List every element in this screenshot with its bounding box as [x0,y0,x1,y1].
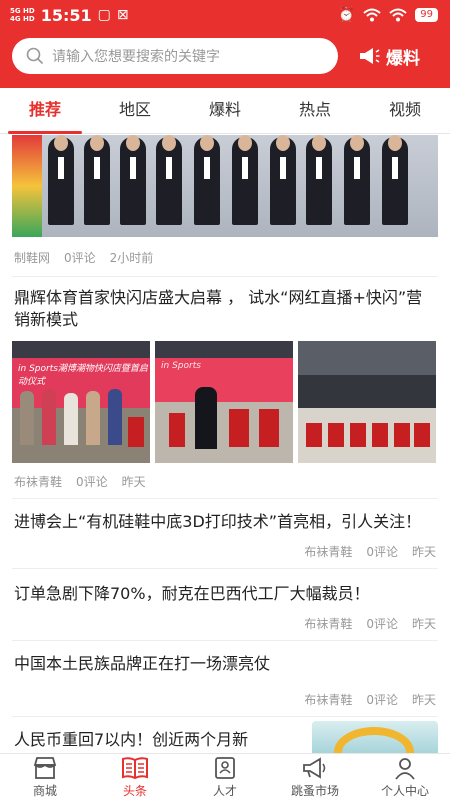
tab-baoliao[interactable]: 爆料 [180,88,270,133]
news-thumbnail: in Sports [155,341,293,463]
category-tabs: 推荐 地区 爆料 热点 视频 [0,88,450,134]
search-icon [26,47,44,65]
tab-hot[interactable]: 热点 [270,88,360,133]
news-title: 中国本土民族品牌正在打一场漂亮仗 [14,654,271,673]
news-meta: 布袜青鞋 0评论 昨天 [304,693,436,707]
news-meta: 布袜青鞋 0评论 昨天 [14,475,146,489]
app-notification-icon: ⊠ [116,7,129,23]
news-meta: 制鞋网 0评论 2小时前 [14,251,154,265]
baoliao-button[interactable]: 爆料 [358,44,420,69]
bottom-navigation: 商城 头条 人才 跳蚤市场 个人中心 [0,753,450,800]
wifi-icon [389,8,407,22]
alarm-icon: ⏰ [337,7,356,23]
nav-talent[interactable]: 人才 [180,754,270,800]
shop-icon [33,756,57,779]
megaphone-icon [360,48,380,64]
news-meta: 布袜青鞋 0评论 昨天 [304,617,436,631]
news-feed[interactable]: 制鞋网 0评论 2小时前 鼎辉体育首家快闪店盛大启幕 ， 试水“网红直播+快闪”… [0,135,450,753]
news-thumbnail [312,721,438,753]
news-title: 鼎辉体育首家快闪店盛大启幕 ， 试水“网红直播+快闪”营销新模式 [14,288,423,329]
news-icon [122,756,148,779]
tab-recommend[interactable]: 推荐 [0,88,90,134]
search-placeholder: 请输入您想要搜索的关键字 [52,49,220,65]
nav-profile[interactable]: 个人中心 [360,754,450,800]
list-item[interactable]: 中国本土民族品牌正在打一场漂亮仗 布袜青鞋 0评论 昨天 [0,641,450,717]
notification-icon: ▢ [97,7,111,23]
clock: 15:51 [40,5,92,25]
news-thumbnail: in Sports潮博潮物快闪店暨首启动仪式 [12,341,150,463]
news-meta: 布袜青鞋 0评论 昨天 [304,545,436,559]
news-thumbnail [298,341,436,463]
news-title: 人民币重回7以内！创近两个月新高！ [14,730,249,753]
person-icon [395,757,415,780]
network-indicator: 5G HD 4G HD [10,7,35,23]
search-input[interactable]: 请输入您想要搜索的关键字 [12,38,338,74]
header: 5G HD 4G HD 15:51 ▢ ⊠ ⏰ 99 请输入您想要搜索的关键字 … [0,0,450,88]
tab-video[interactable]: 视频 [360,88,450,133]
list-item[interactable]: 制鞋网 0评论 2小时前 [0,135,450,277]
battery-indicator: 99 [415,8,438,22]
status-bar: 5G HD 4G HD 15:51 ▢ ⊠ ⏰ 99 [0,0,450,30]
list-item[interactable]: 鼎辉体育首家快闪店盛大启幕 ， 试水“网红直播+快闪”营销新模式 in Spor… [0,277,450,499]
wifi-icon [363,8,381,22]
list-item[interactable]: 进博会上“有机硅鞋中底3D打印技术”首亮相，引人关注！ 布袜青鞋 0评论 昨天 [0,499,450,569]
list-item[interactable]: 订单急剧下降70%，耐克在巴西代工厂大幅裁员！ 布袜青鞋 0评论 昨天 [0,569,450,641]
nav-shop[interactable]: 商城 [0,754,90,800]
news-image [12,135,438,237]
news-title: 订单急剧下降70%，耐克在巴西代工厂大幅裁员！ [14,584,370,603]
tab-region[interactable]: 地区 [90,88,180,133]
resume-icon [215,756,235,779]
nav-news[interactable]: 头条 [90,754,180,800]
news-title: 进博会上“有机硅鞋中底3D打印技术”首亮相，引人关注！ [14,512,422,531]
megaphone-icon [303,756,326,779]
nav-flea-market[interactable]: 跳蚤市场 [270,754,360,800]
